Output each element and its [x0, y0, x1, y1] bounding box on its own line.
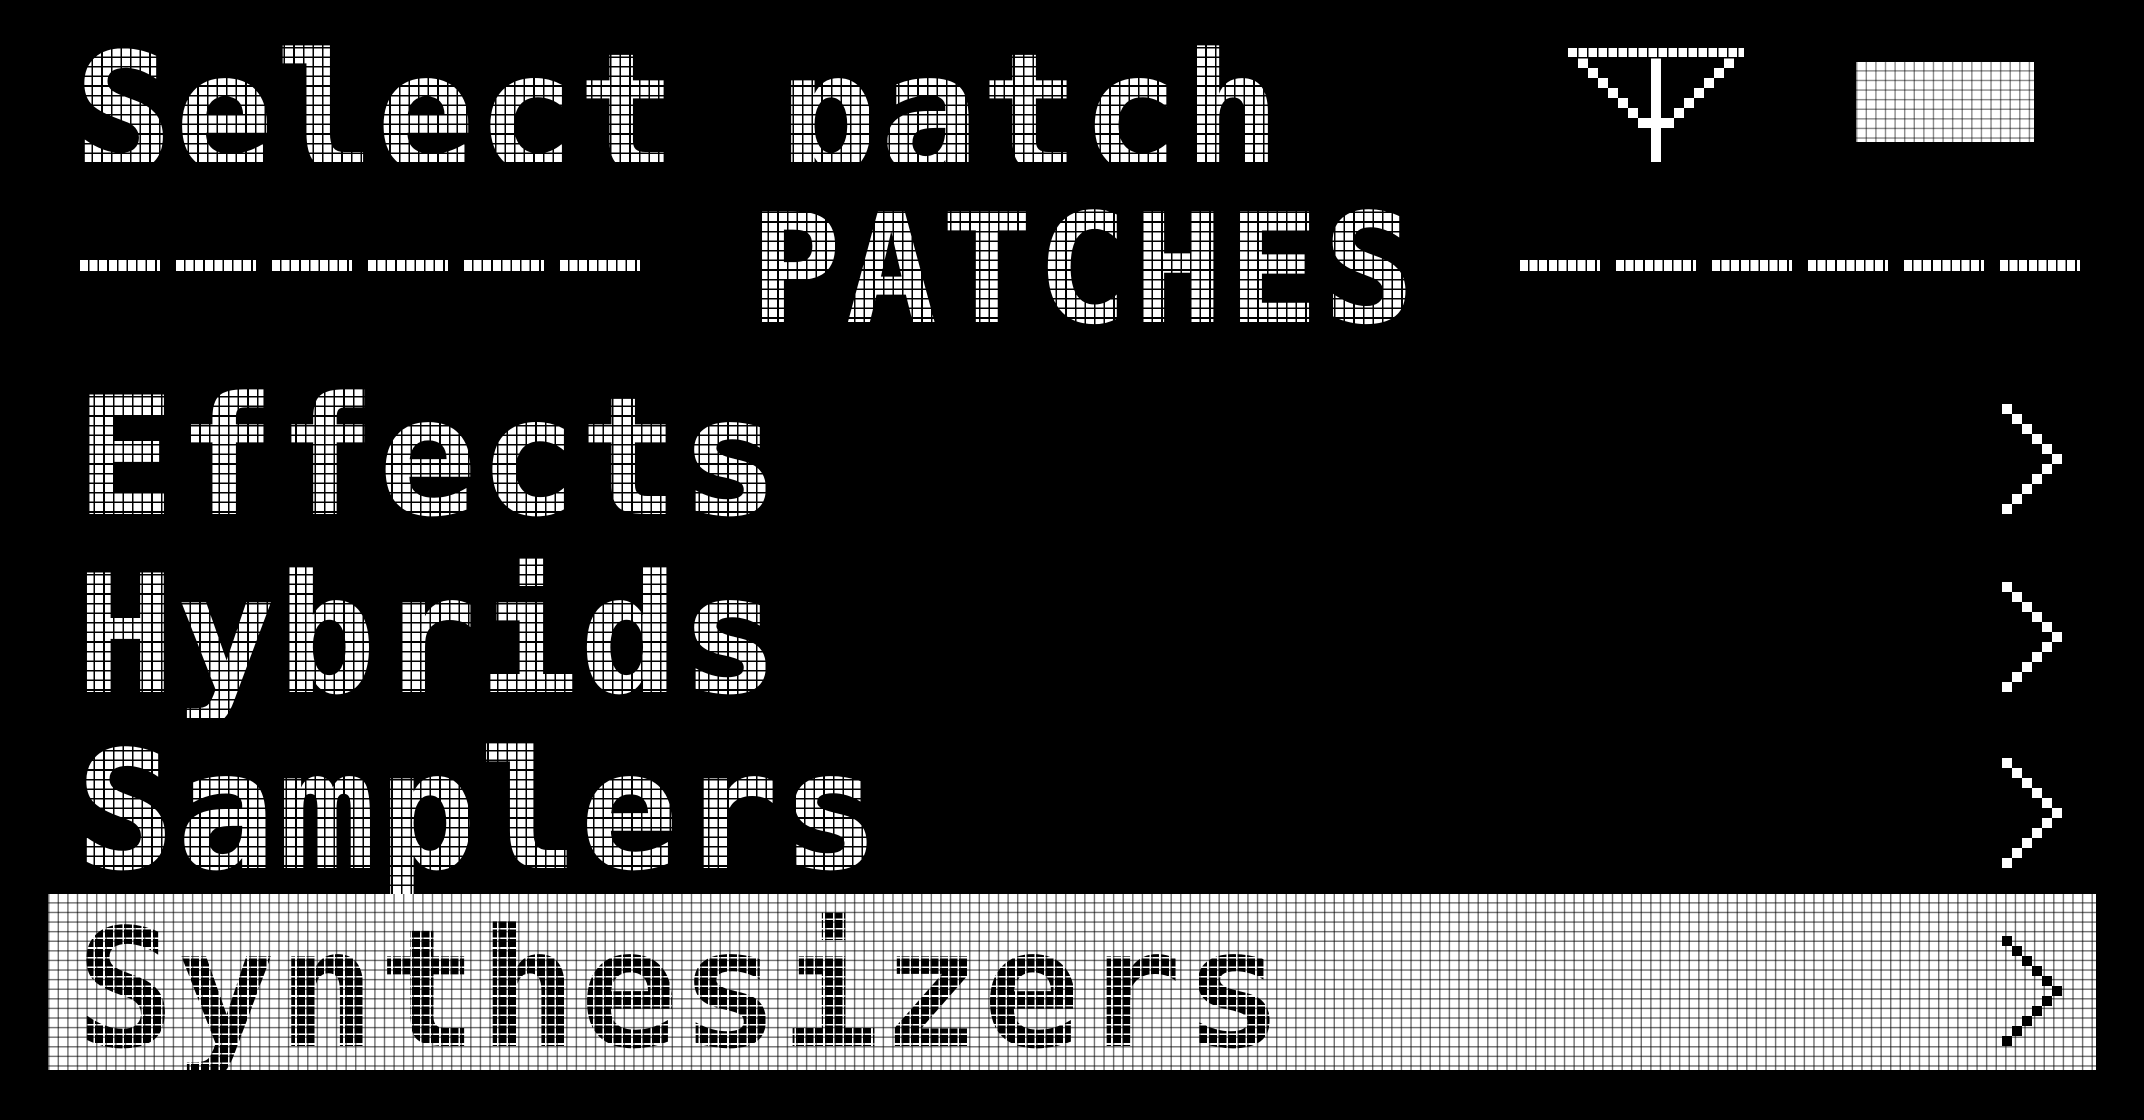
chevron-right-icon — [2002, 758, 2068, 870]
antenna-icon — [1568, 48, 1748, 166]
menu-item-samplers[interactable]: Samplers — [48, 724, 2096, 894]
menu-item-label: Samplers — [76, 716, 882, 907]
divider-left — [80, 260, 640, 271]
page-title: Select patch — [74, 18, 1283, 209]
section-label: PATCHES — [750, 181, 1419, 358]
display-screen: Select patch PATCHES Effects Hybrids Sam… — [0, 0, 2144, 1120]
menu-item-synthesizers[interactable]: Synthesizers — [48, 894, 2096, 1085]
battery-icon — [1856, 62, 2034, 142]
divider-right — [1520, 260, 2080, 271]
menu-item-label: Effects — [76, 362, 782, 553]
menu-item-label: Hybrids — [76, 540, 782, 731]
menu-item-hybrids[interactable]: Hybrids — [48, 548, 2096, 718]
menu-item-effects[interactable]: Effects — [48, 370, 2096, 540]
chevron-right-icon — [2002, 582, 2068, 694]
chevron-right-icon — [2002, 404, 2068, 516]
chevron-right-icon — [2002, 936, 2068, 1048]
menu-item-label: Synthesizers — [76, 894, 1285, 1085]
status-bar — [1560, 44, 2040, 162]
section-header: PATCHES — [80, 194, 2080, 346]
